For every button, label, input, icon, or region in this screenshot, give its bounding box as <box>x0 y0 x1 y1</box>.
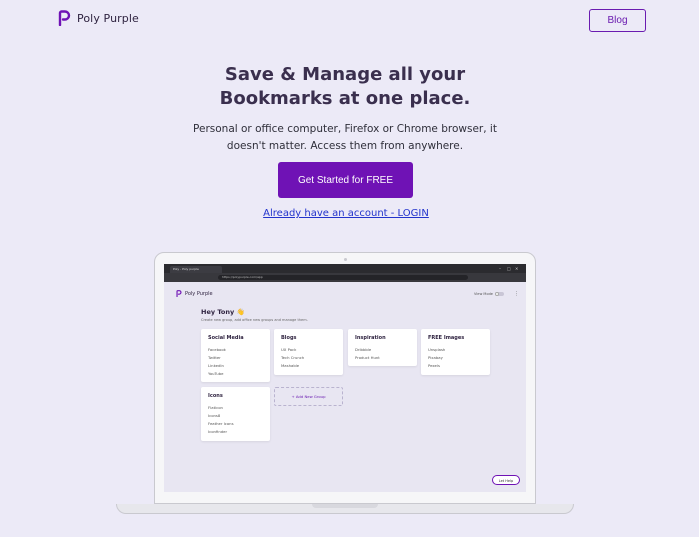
group-link: Twitter <box>208 355 221 360</box>
preview-brand: Poly Purple <box>176 290 213 297</box>
group-link: YouTube <box>208 371 224 376</box>
hero-subtitle: Personal or office computer, Firefox or … <box>190 121 500 155</box>
laptop-notch <box>312 504 378 508</box>
browser-tab: Poly - Poly purple <box>170 266 222 273</box>
preview-brand-name: Poly Purple <box>185 290 213 297</box>
group-link: UX Pack <box>281 347 297 352</box>
login-link[interactable]: Already have an account - LOGIN <box>236 208 456 219</box>
group-title: FREE Images <box>428 335 465 341</box>
brand-name: Poly Purple <box>77 11 139 25</box>
brand-logo-link[interactable]: Poly Purple <box>58 10 139 26</box>
group-link: Dribbble <box>355 347 372 352</box>
poly-purple-logo-icon <box>176 290 182 297</box>
more-menu-icon: ⋮ <box>514 291 519 297</box>
view-mode-toggle: View Mode <box>474 292 504 296</box>
group-title: Social Media <box>208 335 244 341</box>
group-title: Blogs <box>281 335 297 341</box>
minimize-icon: – <box>499 266 501 271</box>
toggle-knob <box>494 292 499 296</box>
group-link: LinkedIn <box>208 363 224 368</box>
group-link: Facebook <box>208 347 226 352</box>
group-title: Inspiration <box>355 335 386 341</box>
group-card-inspiration: Inspiration Dribbble Product Hunt <box>348 329 417 366</box>
browser-tab-strip: Poly - Poly purple – □ ✕ <box>164 264 526 273</box>
hero-title-line2: Bookmarks at one place. <box>219 88 471 109</box>
group-link: Tech Crunch <box>281 355 305 360</box>
group-card-icons: Icons Flaticon Icons8 Feather Icons Icon… <box>201 387 270 441</box>
group-link: Mashable <box>281 363 300 368</box>
group-title: Icons <box>208 393 223 399</box>
top-navbar: Poly Purple Blog <box>0 0 699 40</box>
laptop-camera <box>344 258 347 261</box>
maximize-icon: □ <box>507 266 511 271</box>
group-card-free-images: FREE Images Unsplash Pixabay Pexels <box>421 329 490 375</box>
group-link: Pixabay <box>428 355 443 360</box>
group-link: Unsplash <box>428 347 446 352</box>
hero-subtitle-line1: Personal or office computer, Firefox or … <box>193 123 497 135</box>
group-link: Icons8 <box>208 413 221 418</box>
group-link: Feather Icons <box>208 421 234 426</box>
add-new-group-button: + Add New Group <box>274 387 343 406</box>
group-card-social-media: Social Media Facebook Twitter LinkedIn Y… <box>201 329 270 382</box>
get-started-button[interactable]: Get Started for FREE <box>278 162 413 198</box>
browser-url-bar: https://polypurple.com/app <box>218 275 468 280</box>
group-card-blogs: Blogs UX Pack Tech Crunch Mashable <box>274 329 343 375</box>
group-link: Pexels <box>428 363 440 368</box>
group-link: Flaticon <box>208 405 223 410</box>
close-icon: ✕ <box>515 266 519 271</box>
hero-title: Save & Manage all your Bookmarks at one … <box>150 63 540 111</box>
view-mode-label: View Mode <box>474 292 493 296</box>
app-preview-screen: Poly - Poly purple – □ ✕ https://polypur… <box>164 264 526 492</box>
blog-button[interactable]: Blog <box>589 9 646 32</box>
group-link: Product Hunt <box>355 355 380 360</box>
poly-purple-logo-icon <box>58 10 71 26</box>
help-button: Let Help <box>492 475 520 485</box>
group-link: Iconfinder <box>208 429 228 434</box>
toggle-switch <box>494 292 504 296</box>
preview-greeting-sub: Create new group, add office new groups … <box>201 318 308 322</box>
hero-subtitle-line2: doesn't matter. Access them from anywher… <box>226 140 464 152</box>
hero-title-line1: Save & Manage all your <box>224 64 466 85</box>
preview-greeting: Hey Tony 👋 <box>201 308 245 316</box>
